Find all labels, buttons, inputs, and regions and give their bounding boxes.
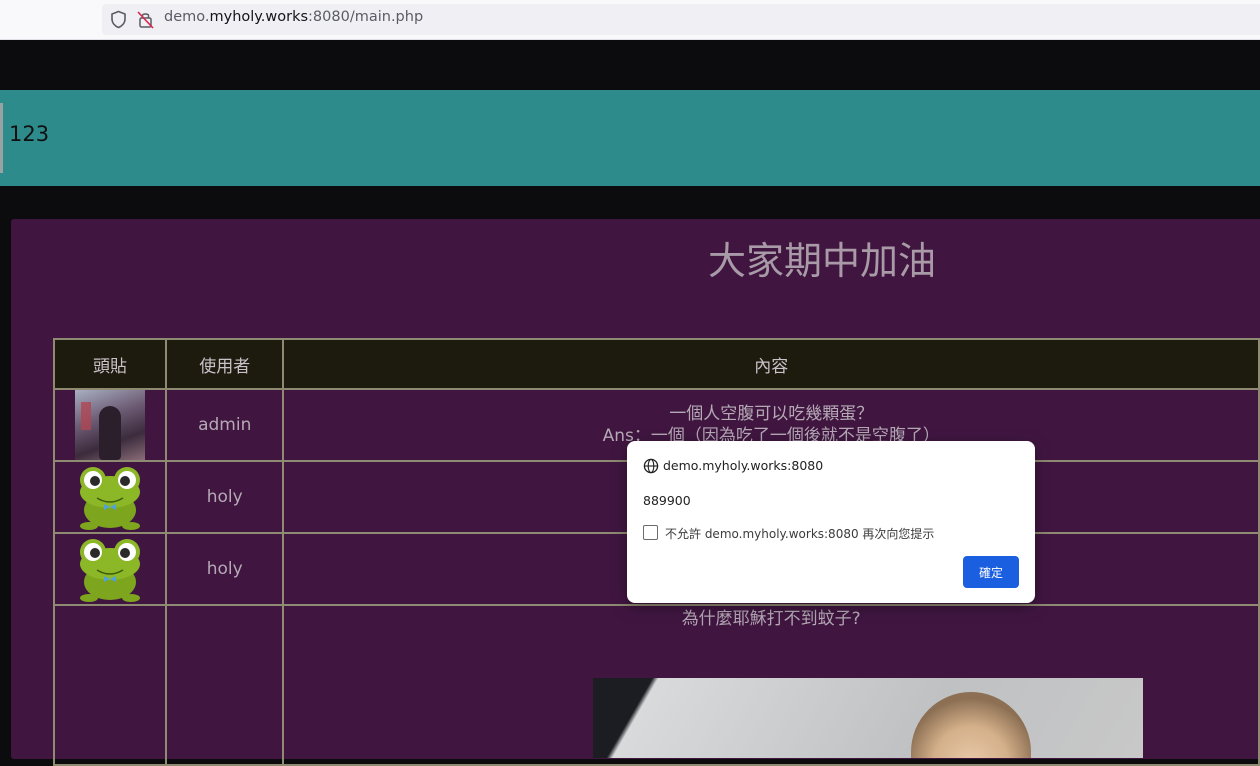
suppress-dialogs-label[interactable]: 不允許 demo.myholy.works:8080 再次向您提示	[665, 525, 934, 542]
post-image	[593, 678, 1143, 758]
avatar-cell	[52, 388, 168, 462]
frog-avatar	[80, 467, 141, 530]
page-title: 大家期中加油	[0, 230, 1260, 285]
avatar-cell	[52, 532, 168, 606]
browser-toolbar: demo.myholy.works:8080/main.php	[0, 0, 1260, 40]
alert-dialog: demo.myholy.works:8080 889900 不允許 demo.m…	[627, 441, 1035, 603]
suppress-dialogs-checkbox[interactable]	[643, 525, 658, 540]
page-title-text: 大家期中加油	[707, 239, 936, 283]
url-suffix: :8080/main.php	[308, 9, 424, 25]
banner-edge	[0, 103, 3, 173]
column-header-avatar: 頭貼	[52, 338, 168, 390]
insecure-lock-icon[interactable]	[137, 10, 154, 29]
url-text[interactable]: demo.myholy.works:8080/main.php	[164, 9, 423, 25]
user-cell	[165, 604, 285, 766]
dialog-message: 889900	[643, 493, 691, 508]
url-host: myholy.works	[209, 9, 309, 25]
top-banner	[0, 90, 1260, 186]
content-line: 為什麼耶穌打不到蚊子?	[681, 609, 861, 629]
banner-text: 123	[9, 122, 50, 146]
globe-icon	[643, 458, 659, 474]
dialog-origin: demo.myholy.works:8080	[663, 458, 824, 473]
frog-avatar	[80, 539, 141, 602]
column-header-user: 使用者	[165, 338, 285, 390]
avatar-cell	[52, 460, 168, 534]
user-cell: holy	[165, 532, 285, 606]
user-cell: holy	[165, 460, 285, 534]
avatar-cell	[52, 604, 168, 766]
column-header-content: 內容	[282, 338, 1260, 390]
url-prefix: demo.	[164, 9, 210, 25]
shield-icon[interactable]	[110, 10, 127, 29]
photo-avatar	[75, 390, 146, 460]
content-line: 一個人空腹可以吃幾顆蛋？	[669, 404, 874, 424]
table-header-row: 頭貼 使用者 內容	[52, 338, 1260, 390]
user-cell: admin	[165, 388, 285, 462]
ok-button[interactable]: 確定	[963, 556, 1019, 588]
